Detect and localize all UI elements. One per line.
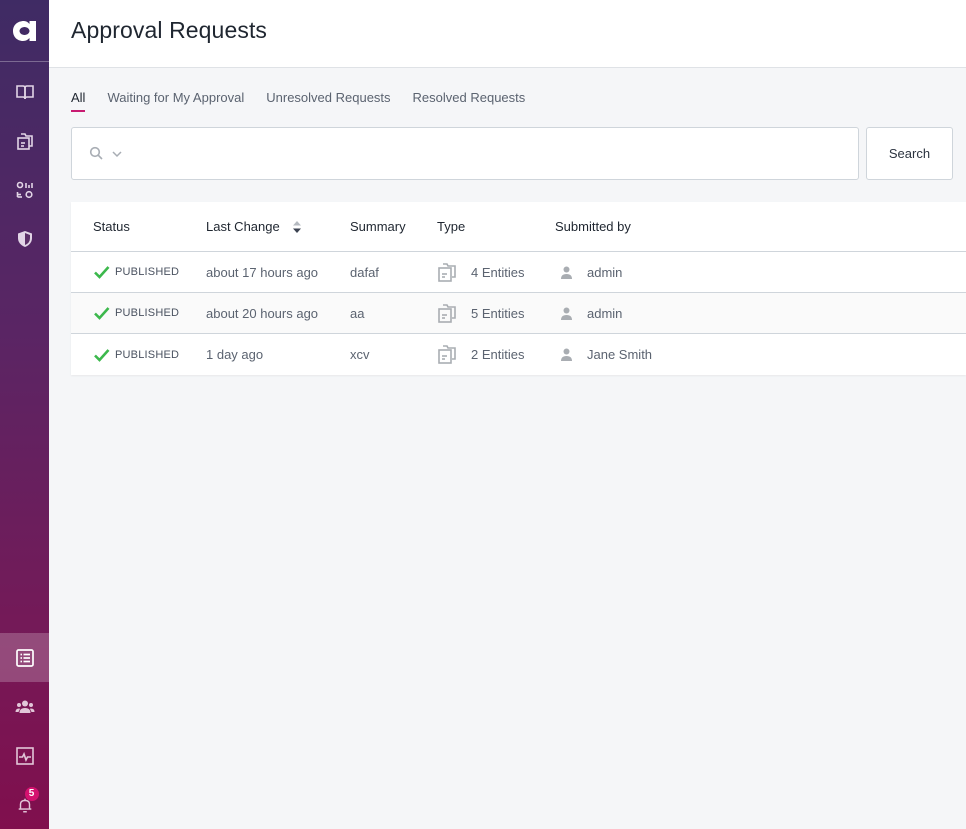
search-icon bbox=[89, 146, 103, 160]
page-title: Approval Requests bbox=[71, 17, 268, 43]
search-button[interactable]: Search bbox=[866, 127, 953, 180]
submitted-by-cell: admin bbox=[587, 305, 623, 321]
users-icon bbox=[15, 700, 34, 713]
column-header-last-change[interactable]: Last Change bbox=[206, 219, 302, 234]
shield-icon bbox=[17, 230, 32, 247]
summary-cell: aa bbox=[350, 305, 365, 321]
column-header-submitted-by[interactable]: Submitted by bbox=[555, 219, 631, 234]
table-row[interactable]: PUBLISHED 1 day ago xcv 2 Entities Jane … bbox=[71, 334, 966, 375]
shapes-list-icon bbox=[16, 181, 33, 198]
sidebar-item-notifications[interactable]: 5 bbox=[0, 780, 49, 829]
check-icon bbox=[94, 307, 110, 320]
last-change-cell: about 17 hours ago bbox=[206, 264, 319, 280]
sidebar-item-entities[interactable] bbox=[0, 116, 49, 165]
column-header-summary[interactable]: Summary bbox=[350, 219, 406, 234]
app-logo[interactable] bbox=[0, 0, 49, 62]
search-box bbox=[71, 127, 859, 180]
column-header-status[interactable]: Status bbox=[93, 219, 130, 234]
chevron-down-icon[interactable] bbox=[111, 148, 123, 160]
sidebar-item-users[interactable] bbox=[0, 682, 49, 731]
entities-icon bbox=[437, 345, 457, 364]
sidebar-item-types[interactable] bbox=[0, 165, 49, 214]
check-icon bbox=[94, 266, 110, 279]
sidebar-item-approval-requests[interactable] bbox=[0, 633, 49, 682]
type-cell: 5 Entities bbox=[471, 305, 525, 321]
sidebar-item-activity[interactable] bbox=[0, 731, 49, 780]
notification-count-badge: 5 bbox=[24, 786, 39, 801]
documents-icon bbox=[16, 132, 33, 150]
sidebar-item-catalog[interactable] bbox=[0, 67, 49, 116]
book-icon bbox=[15, 84, 34, 99]
sidebar-item-security[interactable] bbox=[0, 214, 49, 263]
check-icon bbox=[94, 348, 110, 362]
status-badge: PUBLISHED bbox=[115, 266, 180, 278]
pulse-monitor-icon bbox=[15, 746, 34, 765]
table-row[interactable]: PUBLISHED about 17 hours ago dafaf 4 Ent… bbox=[71, 252, 966, 293]
table-row[interactable]: PUBLISHED about 20 hours ago aa 5 Entiti… bbox=[71, 293, 966, 334]
user-icon bbox=[561, 266, 572, 279]
last-change-cell: 1 day ago bbox=[206, 347, 264, 362]
submitted-by-cell: admin bbox=[587, 264, 623, 280]
app-logo-icon bbox=[12, 20, 36, 41]
page-header: Approval Requests bbox=[49, 0, 966, 68]
type-cell: 4 Entities bbox=[471, 264, 525, 280]
type-cell: 2 Entities bbox=[471, 347, 525, 362]
sort-icon[interactable] bbox=[292, 220, 302, 234]
entities-icon bbox=[437, 262, 457, 282]
filter-tabs: All Waiting for My Approval Unresolved R… bbox=[71, 90, 525, 112]
entities-icon bbox=[437, 303, 457, 323]
column-header-last-change-label: Last Change bbox=[206, 219, 280, 234]
tab-all[interactable]: All bbox=[71, 90, 86, 112]
submitted-by-cell: Jane Smith bbox=[587, 347, 653, 362]
status-badge: PUBLISHED bbox=[115, 348, 180, 361]
summary-cell: dafaf bbox=[350, 264, 379, 280]
last-change-cell: about 20 hours ago bbox=[206, 305, 319, 321]
tab-resolved-requests[interactable]: Resolved Requests bbox=[413, 90, 526, 112]
search-input[interactable] bbox=[131, 128, 858, 179]
summary-cell: xcv bbox=[350, 347, 370, 362]
sidebar: 5 bbox=[0, 0, 49, 829]
list-icon bbox=[15, 648, 34, 667]
tab-unresolved-requests[interactable]: Unresolved Requests bbox=[266, 90, 390, 112]
user-icon bbox=[561, 348, 572, 361]
table-header: Status Last Change Summary Type Submitte… bbox=[71, 202, 966, 252]
user-icon bbox=[561, 307, 572, 320]
tab-waiting-for-my-approval[interactable]: Waiting for My Approval bbox=[107, 90, 244, 112]
approval-requests-table: Status Last Change Summary Type Submitte… bbox=[71, 202, 966, 375]
column-header-type[interactable]: Type bbox=[437, 219, 465, 234]
status-badge: PUBLISHED bbox=[115, 307, 180, 319]
